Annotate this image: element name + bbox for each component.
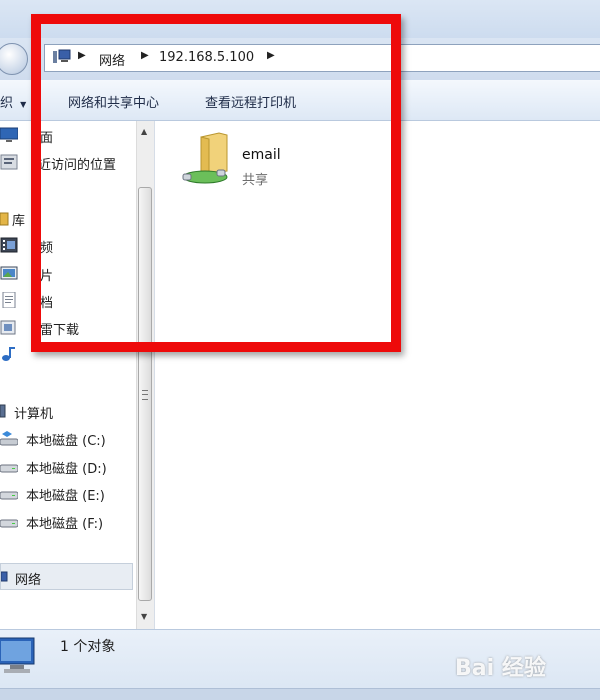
nav-item-network[interactable]: 网络: [0, 563, 133, 590]
drive-c-icon: [0, 431, 18, 446]
nav-item-drive-f[interactable]: 本地磁盘 (F:): [0, 508, 136, 534]
documents-icon: [2, 292, 16, 308]
nav-item-computer[interactable]: 计算机: [0, 398, 136, 424]
grip-icon: [142, 390, 148, 400]
nav-item-drive-e[interactable]: 本地磁盘 (E:): [0, 480, 136, 506]
item-count: 1 个对象: [60, 639, 116, 655]
highlight-frame: [31, 14, 401, 352]
nav-item-label: 网络: [15, 573, 42, 588]
back-button[interactable]: [0, 43, 28, 75]
organize-label: 织: [0, 96, 14, 111]
watermark: Bai 经验: [455, 656, 546, 681]
nav-item-drive-d[interactable]: 本地磁盘 (D:): [0, 453, 136, 479]
music-icon: [2, 347, 15, 361]
desktop-icon: [0, 127, 18, 142]
drive-icon: [0, 491, 18, 500]
thunder-download-icon: [0, 320, 16, 335]
nav-item-label: 本地磁盘 (D:): [26, 462, 107, 477]
nav-item-label: 本地磁盘 (C:): [26, 434, 106, 449]
status-bar: [0, 688, 600, 700]
video-icon: [0, 237, 18, 253]
nav-item-drive-c[interactable]: 本地磁盘 (C:): [0, 425, 136, 451]
chevron-down-icon: ▼: [20, 100, 27, 109]
nav-item-label: 本地磁盘 (F:): [26, 517, 104, 532]
nav-item-label: 计算机: [14, 407, 54, 422]
scroll-down-icon[interactable]: ▼: [141, 612, 147, 621]
nav-item-label: 本地磁盘 (E:): [26, 489, 105, 504]
nav-item-label: 库: [12, 214, 26, 229]
computer-large-icon: [0, 637, 35, 673]
pictures-icon: [0, 266, 18, 280]
drive-icon: [0, 464, 18, 473]
recent-places-icon: [0, 154, 18, 170]
organize-button[interactable]: 织 ▼: [0, 92, 26, 111]
drive-icon: [0, 519, 18, 528]
